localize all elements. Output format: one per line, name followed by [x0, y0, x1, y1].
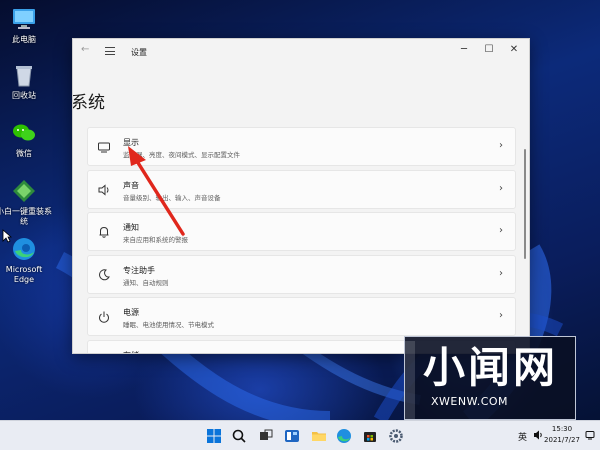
- wechat-icon: [11, 120, 37, 146]
- settings-list: 显示 监视器、亮度、夜间模式、显示配置文件 › 声音 音量级别、输出、输入、声音…: [87, 127, 516, 355]
- settings-row-title: 通知: [123, 223, 139, 232]
- back-arrow-icon[interactable]: ←: [81, 44, 89, 55]
- desktop-icon-edge[interactable]: Microsoft Edge: [0, 236, 52, 285]
- clock-date: 2021/7/27: [544, 436, 580, 444]
- windows-start-icon[interactable]: [206, 428, 222, 444]
- store-icon[interactable]: [362, 428, 378, 444]
- search-icon[interactable]: [231, 428, 247, 444]
- watermark: 小闻网 XWENW.COM: [404, 336, 576, 420]
- desktop-icon-label: 小白一键重装系统: [0, 207, 52, 226]
- settings-row-power[interactable]: 电源 睡眠、电池使用情况、节电模式 ›: [87, 297, 516, 336]
- window-title: 设置: [131, 48, 147, 57]
- speaker-icon: [98, 183, 109, 196]
- edge-icon[interactable]: [336, 428, 352, 444]
- chevron-right-icon: ›: [499, 225, 503, 236]
- display-icon: [98, 142, 110, 153]
- settings-row-desc: 音量级别、输出、输入、声音设备: [123, 193, 221, 202]
- desktop-icon-wechat[interactable]: 微信: [0, 120, 52, 159]
- widgets-icon[interactable]: [284, 428, 300, 444]
- settings-row-sound[interactable]: 声音 音量级别、输出、输入、声音设备 ›: [87, 169, 516, 209]
- task-view-icon[interactable]: [258, 428, 274, 444]
- power-icon: [99, 311, 109, 323]
- hamburger-menu-icon[interactable]: [105, 47, 115, 55]
- scrollbar[interactable]: [524, 149, 526, 259]
- window-titlebar: ← 设置 ─ ☐ ✕: [73, 39, 529, 65]
- chevron-right-icon: ›: [499, 310, 503, 321]
- settings-row-title: 显示: [123, 138, 139, 147]
- settings-row-desc: 通知、自动规则: [123, 278, 169, 287]
- file-explorer-icon[interactable]: [311, 428, 327, 444]
- settings-row-title: 存储: [123, 350, 139, 354]
- watermark-url: XWENW.COM: [431, 395, 509, 408]
- settings-row-focus-assist[interactable]: 专注助手 通知、自动规则 ›: [87, 254, 516, 294]
- bell-icon: [99, 226, 109, 238]
- maximize-button[interactable]: ☐: [481, 43, 497, 57]
- taskbar: 英 15:30 2021/7/27: [0, 420, 600, 450]
- xiaobai-installer-icon: [11, 178, 37, 204]
- clock-time: 15:30: [551, 425, 573, 433]
- settings-window: ← 设置 ─ ☐ ✕ 系统 显示 监视器、亮度、夜间模式、显示配置文件 › 声音…: [72, 38, 530, 354]
- desktop-icon-label: 回收站: [12, 91, 36, 100]
- ime-indicator[interactable]: 英: [518, 430, 527, 443]
- settings-row-title: 专注助手: [123, 265, 155, 275]
- desktop-icon-label: 微信: [16, 149, 32, 158]
- desktop-icon-recycle-bin[interactable]: 回收站: [0, 62, 52, 101]
- moon-icon: [99, 268, 110, 280]
- settings-row-display[interactable]: 显示 监视器、亮度、夜间模式、显示配置文件 ›: [87, 127, 516, 166]
- settings-icon[interactable]: [388, 428, 404, 444]
- edge-icon: [11, 236, 37, 262]
- desktop-icon-label: Microsoft Edge: [5, 265, 43, 284]
- page-title: 系统: [72, 93, 105, 113]
- recycle-bin-icon: [11, 62, 37, 88]
- chevron-right-icon: ›: [499, 267, 503, 279]
- chevron-right-icon: ›: [499, 140, 503, 151]
- settings-row-desc: 监视器、亮度、夜间模式、显示配置文件: [123, 151, 240, 159]
- settings-row-notifications[interactable]: 通知 来自应用和系统的警报 ›: [87, 212, 516, 251]
- watermark-title: 小闻网: [423, 343, 559, 392]
- desktop-icon-label: 此电脑: [12, 35, 36, 44]
- desktop-icon-xiaobai[interactable]: 小白一键重装系统: [0, 178, 52, 227]
- desktop-icon-this-pc[interactable]: 此电脑: [0, 6, 52, 45]
- notification-icon[interactable]: [585, 430, 595, 440]
- settings-row-desc: 睡眠、电池使用情况、节电模式: [123, 321, 214, 329]
- close-button[interactable]: ✕: [506, 43, 522, 57]
- settings-row-title: 电源: [123, 308, 139, 317]
- mouse-cursor-icon: [2, 229, 12, 243]
- settings-row-title: 声音: [123, 180, 139, 190]
- settings-row-desc: 来自应用和系统的警报: [123, 236, 188, 244]
- computer-icon: [11, 6, 37, 32]
- minimize-button[interactable]: ─: [456, 43, 472, 57]
- storage-icon: [97, 353, 111, 355]
- taskbar-clock[interactable]: 15:30 2021/7/27: [540, 424, 584, 446]
- watermark-strip: [405, 341, 415, 419]
- chevron-right-icon: ›: [499, 182, 503, 194]
